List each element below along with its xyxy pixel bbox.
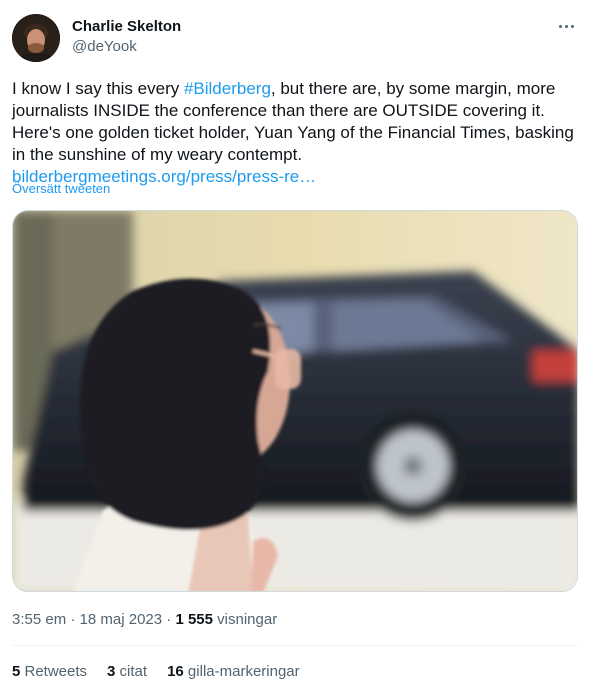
author-handle[interactable]: @deYook [72, 37, 137, 57]
author-name[interactable]: Charlie Skelton [72, 17, 181, 37]
translate-tweet-link[interactable]: Översätt tweeten [12, 181, 110, 197]
more-horizontal-icon [558, 24, 562, 28]
engagement-stats: 5 Retweets 3 citat 16 gilla-markeringar [12, 662, 300, 682]
more-options-button[interactable] [554, 14, 578, 38]
hashtag-link[interactable]: #Bilderberg [184, 79, 271, 98]
tweet-date[interactable]: 18 maj 2023 [80, 611, 163, 628]
tweet-text: I know I say this every #Bilderberg, but… [12, 79, 574, 186]
views-label: visningar [213, 611, 278, 628]
tweet-photo[interactable] [12, 210, 578, 592]
tweet-card: Charlie Skelton @deYook I know I say thi… [0, 0, 594, 688]
quotes-stat[interactable]: 3 citat [107, 662, 147, 682]
retweets-stat[interactable]: 5 Retweets [12, 662, 87, 682]
avatar[interactable] [12, 14, 60, 62]
views-count: 1 555 [175, 611, 213, 628]
tweet-metadata: 3:55 em · 18 maj 2023 · 1 555 visningar [12, 611, 278, 628]
divider [12, 645, 578, 646]
tweet-time[interactable]: 3:55 em [12, 611, 66, 628]
likes-stat[interactable]: 16 gilla-markeringar [167, 662, 300, 682]
